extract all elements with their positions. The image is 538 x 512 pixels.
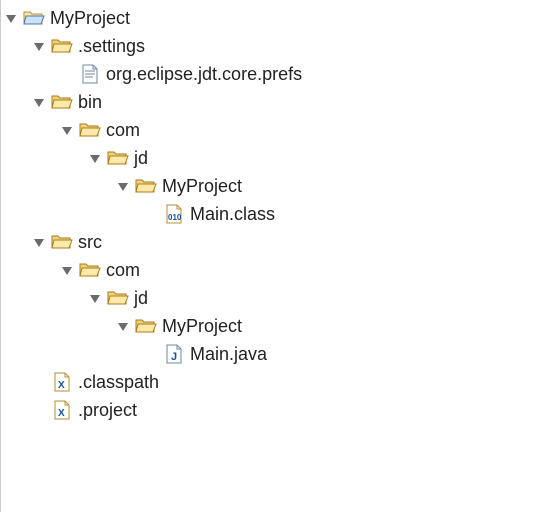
tree-item-settings-folder[interactable]: .settings xyxy=(3,32,538,60)
chevron-down-icon[interactable] xyxy=(115,178,131,194)
tree-item-label: MyProject xyxy=(49,8,130,29)
chevron-down-icon[interactable] xyxy=(3,10,19,26)
tree-item-src-folder[interactable]: src xyxy=(3,228,538,256)
tree-item-label: MyProject xyxy=(161,176,242,197)
tree-item-label: src xyxy=(77,232,102,253)
tree-item-label: .settings xyxy=(77,36,145,57)
java-file-icon xyxy=(163,343,185,365)
folder-open-icon xyxy=(79,259,101,281)
chevron-down-icon[interactable] xyxy=(115,318,131,334)
folder-open-icon xyxy=(107,147,129,169)
project-folder-icon xyxy=(23,7,45,29)
folder-open-icon xyxy=(51,91,73,113)
tree-item-label: jd xyxy=(133,288,148,309)
tree-item-main-class-file[interactable]: Main.class xyxy=(3,200,538,228)
tree-item-label: .classpath xyxy=(77,372,159,393)
folder-open-icon xyxy=(51,231,73,253)
tree-item-bin-jd-folder[interactable]: jd xyxy=(3,144,538,172)
xml-file-icon xyxy=(51,371,73,393)
chevron-down-icon[interactable] xyxy=(59,262,75,278)
folder-open-icon xyxy=(107,287,129,309)
tree-item-src-myproject-folder[interactable]: MyProject xyxy=(3,312,538,340)
chevron-down-icon[interactable] xyxy=(87,290,103,306)
chevron-down-icon[interactable] xyxy=(31,94,47,110)
tree-item-label: org.eclipse.jdt.core.prefs xyxy=(105,64,302,85)
tree-item-project-root[interactable]: MyProject xyxy=(3,4,538,32)
tree-item-label: .project xyxy=(77,400,137,421)
folder-open-icon xyxy=(51,35,73,57)
tree-item-bin-myproject-folder[interactable]: MyProject xyxy=(3,172,538,200)
folder-open-icon xyxy=(135,315,157,337)
tree-item-prefs-file[interactable]: org.eclipse.jdt.core.prefs xyxy=(3,60,538,88)
tree-item-main-java-file[interactable]: Main.java xyxy=(3,340,538,368)
tree-item-label: Main.java xyxy=(189,344,267,365)
tree-item-src-com-folder[interactable]: com xyxy=(3,256,538,284)
chevron-down-icon[interactable] xyxy=(31,234,47,250)
tree-item-project-file[interactable]: .project xyxy=(3,396,538,424)
chevron-down-icon[interactable] xyxy=(31,38,47,54)
tree-item-bin-folder[interactable]: bin xyxy=(3,88,538,116)
tree-item-bin-com-folder[interactable]: com xyxy=(3,116,538,144)
tree-item-label: com xyxy=(105,260,140,281)
tree-item-src-jd-folder[interactable]: jd xyxy=(3,284,538,312)
chevron-down-icon[interactable] xyxy=(59,122,75,138)
tree-item-label: jd xyxy=(133,148,148,169)
tree-item-label: bin xyxy=(77,92,102,113)
tree-item-label: com xyxy=(105,120,140,141)
project-explorer-tree[interactable]: MyProject .settings org.eclipse.jdt.core… xyxy=(0,0,538,512)
chevron-down-icon[interactable] xyxy=(87,150,103,166)
folder-open-icon xyxy=(79,119,101,141)
xml-file-icon xyxy=(51,399,73,421)
folder-open-icon xyxy=(135,175,157,197)
tree-item-label: Main.class xyxy=(189,204,275,225)
text-file-icon xyxy=(79,63,101,85)
tree-item-classpath-file[interactable]: .classpath xyxy=(3,368,538,396)
class-file-icon xyxy=(163,203,185,225)
tree-item-label: MyProject xyxy=(161,316,242,337)
